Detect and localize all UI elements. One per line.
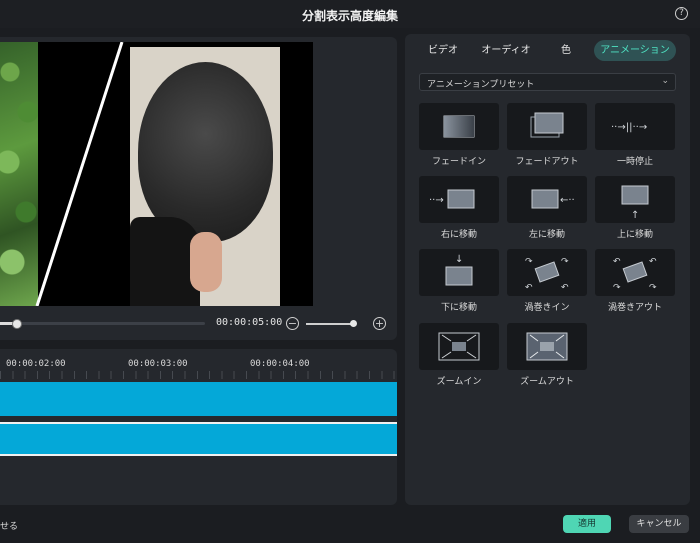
timeline-tick: 00:00:02:00 <box>6 359 66 369</box>
preset-label: 一時停止 <box>616 157 653 167</box>
svg-text:↷: ↷ <box>649 283 657 293</box>
preset-move-left[interactable]: ←·· 左に移動 <box>507 176 587 250</box>
right-clip-image <box>130 47 280 306</box>
preview-panel: 00:00:05:00 − + <box>0 37 397 340</box>
preset-fade-out[interactable]: フェードアウト <box>507 103 587 177</box>
preset-swirl-out[interactable]: ↶ ↶ ↷ ↷ 渦巻きアウト <box>595 249 675 323</box>
preset-pause[interactable]: ··→||··→ 一時停止 <box>595 103 675 177</box>
preset-fade-in[interactable]: フェードイン <box>419 103 499 177</box>
move-right-icon: ··→ <box>419 176 499 223</box>
cancel-button[interactable]: キャンセル <box>629 515 689 533</box>
move-left-icon: ←·· <box>507 176 587 223</box>
preset-move-up[interactable]: ↑ 上に移動 <box>595 176 675 250</box>
preset-move-right[interactable]: ··→ 右に移動 <box>419 176 499 250</box>
timeline-panel: 00:00:02:00 00:00:03:00 00:00:04:00 <box>0 349 397 505</box>
preset-zoom-in[interactable]: ズームイン <box>419 323 499 397</box>
zoom-slider[interactable] <box>306 323 356 325</box>
preset-label: 渦巻きアウト <box>607 303 662 313</box>
playback-scrubber[interactable] <box>0 322 205 325</box>
svg-text:↷: ↷ <box>561 257 569 267</box>
preset-label: 上に移動 <box>616 230 653 240</box>
svg-text:↓: ↓ <box>455 254 463 265</box>
move-down-icon: ↓ <box>419 249 499 296</box>
timeline-track-2[interactable] <box>0 422 397 456</box>
preset-dropdown-label: アニメーションプリセット <box>427 80 535 90</box>
settings-panel: ビデオ オーディオ 色 アニメーション アニメーションプリセット ⌄ フェードイ… <box>405 34 690 505</box>
fade-out-icon <box>507 103 587 150</box>
tab-bar: ビデオ オーディオ 色 アニメーション <box>405 40 690 62</box>
svg-text:↷: ↷ <box>613 283 621 293</box>
svg-text:↶: ↶ <box>649 257 657 267</box>
zoom-in-icon <box>419 323 499 370</box>
preset-dropdown[interactable]: アニメーションプリセット ⌄ <box>419 73 676 91</box>
svg-text:↶: ↶ <box>525 283 533 293</box>
preset-label: 渦巻きイン <box>524 303 570 313</box>
tab-color[interactable]: 色 <box>551 40 581 61</box>
preset-move-down[interactable]: ↓ 下に移動 <box>419 249 499 323</box>
preset-label: フェードアウト <box>515 157 579 167</box>
video-preview <box>0 42 313 306</box>
svg-text:··→||··→: ··→||··→ <box>611 122 647 133</box>
swirl-out-icon: ↶ ↶ ↷ ↷ <box>595 249 675 296</box>
zoom-in-icon[interactable]: + <box>373 317 386 330</box>
timeline-track-1[interactable] <box>0 382 397 416</box>
tab-audio[interactable]: オーディオ <box>477 40 535 61</box>
zoom-slider-knob[interactable] <box>350 320 357 327</box>
preset-label: 左に移動 <box>528 230 565 240</box>
swirl-in-icon: ↷ ↷ ↶ ↶ <box>507 249 587 296</box>
zoom-out-icon[interactable]: − <box>286 317 299 330</box>
preset-swirl-in[interactable]: ↷ ↷ ↶ ↶ 渦巻きイン <box>507 249 587 323</box>
chevron-down-icon: ⌄ <box>661 76 669 86</box>
tab-animation[interactable]: アニメーション <box>594 40 676 61</box>
timeline-ruler[interactable] <box>0 371 397 379</box>
playhead-knob[interactable] <box>12 319 22 329</box>
title-bar: 分割表示高度編集 ? <box>0 0 700 28</box>
svg-text:··→: ··→ <box>429 195 444 206</box>
window-title: 分割表示高度編集 <box>301 9 398 23</box>
time-display: 00:00:05:00 <box>216 317 283 328</box>
tab-video[interactable]: ビデオ <box>415 40 471 61</box>
zoom-out-icon <box>507 323 587 370</box>
svg-text:↑: ↑ <box>631 210 639 221</box>
svg-text:↷: ↷ <box>525 257 533 267</box>
timeline-tick: 00:00:03:00 <box>128 359 188 369</box>
preset-label: 下に移動 <box>440 303 477 313</box>
preset-label: 右に移動 <box>440 230 477 240</box>
svg-text:↶: ↶ <box>561 283 569 293</box>
fade-in-icon <box>419 103 499 150</box>
hand-image <box>190 232 222 292</box>
pause-icon: ··→||··→ <box>595 103 675 150</box>
move-up-icon: ↑ <box>595 176 675 223</box>
preset-zoom-out[interactable]: ズームアウト <box>507 323 587 397</box>
svg-text:←··: ←·· <box>560 195 575 206</box>
preset-label: ズームイン <box>436 377 482 387</box>
preset-label: フェードイン <box>431 157 486 167</box>
preset-label: ズームアウト <box>520 377 574 387</box>
help-icon[interactable]: ? <box>675 7 688 20</box>
dog-image <box>138 62 273 242</box>
svg-text:↶: ↶ <box>613 257 621 267</box>
apply-button[interactable]: 適用 <box>563 515 611 533</box>
timeline-tick: 00:00:04:00 <box>250 359 310 369</box>
footer-option-text[interactable]: せる <box>0 519 18 532</box>
